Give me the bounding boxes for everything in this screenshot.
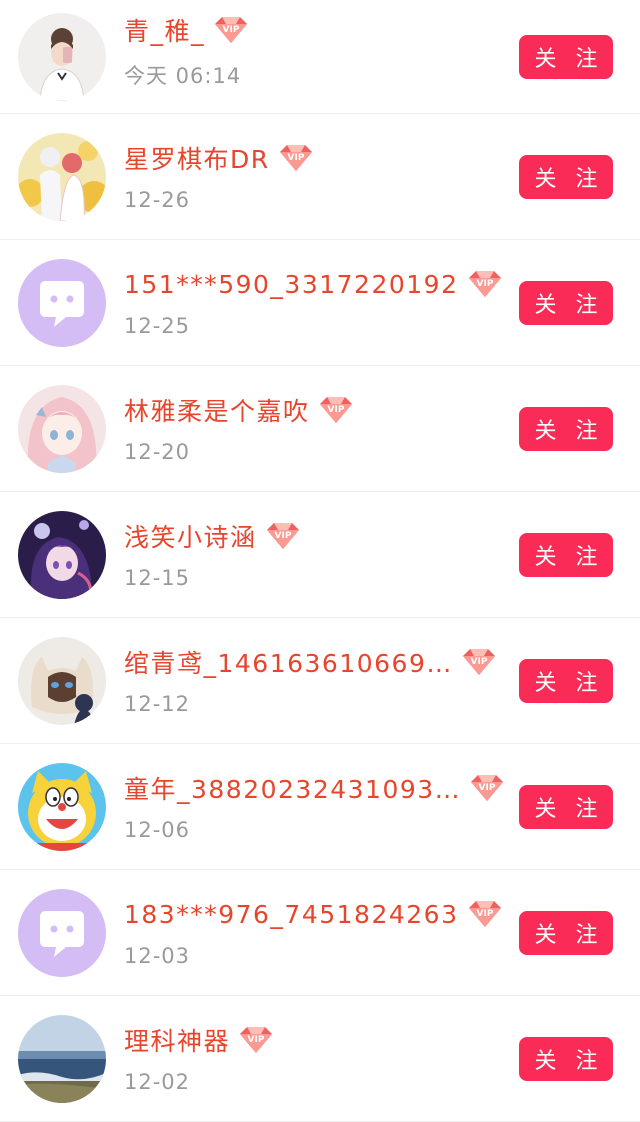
list-item[interactable]: 星罗棋布DR VIP 12-26 关 注 [0, 114, 640, 240]
list-item[interactable]: 183***976_7451824263 VIP 12-03 关 注 [0, 870, 640, 996]
list-item[interactable]: 绾青鸢_146163610669… VIP 12-12 关 注 [0, 618, 640, 744]
vip-diamond-icon: VIP [211, 14, 251, 46]
vip-label: VIP [248, 1035, 265, 1045]
follower-list: 青_稚_ VIP 今天 06:14 关 注 星罗棋布DR VIP 12-26 关… [0, 0, 640, 1122]
list-item[interactable]: 童年_38820232431093… VIP 12-06 关 注 [0, 744, 640, 870]
list-item[interactable]: 151***590_3317220192 VIP 12-25 关 注 [0, 240, 640, 366]
vip-diamond-icon: VIP [465, 268, 505, 300]
user-name[interactable]: 183***976_7451824263 [124, 900, 459, 929]
user-name[interactable]: 童年_38820232431093… [124, 770, 461, 806]
avatar[interactable] [18, 510, 106, 599]
avatar[interactable] [18, 888, 106, 977]
vip-diamond-icon: VIP [316, 394, 356, 426]
avatar[interactable] [18, 12, 106, 101]
timestamp: 12-20 [124, 440, 191, 464]
vip-label: VIP [274, 531, 291, 541]
timestamp: 12-15 [124, 566, 191, 590]
user-name[interactable]: 理科神器 [124, 1022, 230, 1058]
list-item[interactable]: 理科神器 VIP 12-02 关 注 [0, 996, 640, 1122]
vip-label: VIP [287, 153, 304, 163]
timestamp: 12-12 [124, 692, 191, 716]
follow-button[interactable]: 关 注 [519, 1036, 613, 1081]
vip-diamond-icon: VIP [467, 772, 507, 804]
user-name[interactable]: 林雅柔是个嘉吹 [124, 392, 310, 428]
follow-button[interactable]: 关 注 [519, 910, 613, 955]
vip-label: VIP [223, 25, 240, 35]
timestamp: 12-02 [124, 1070, 191, 1094]
timestamp: 12-06 [124, 818, 191, 842]
list-item[interactable]: 浅笑小诗涵 VIP 12-15 关 注 [0, 492, 640, 618]
timestamp: 12-03 [124, 944, 191, 968]
avatar[interactable] [18, 132, 106, 221]
vip-label: VIP [327, 405, 344, 415]
vip-diamond-icon: VIP [276, 142, 316, 174]
user-name[interactable]: 青_稚_ [124, 12, 205, 48]
vip-diamond-icon: VIP [465, 898, 505, 930]
timestamp: 12-25 [124, 314, 191, 338]
user-name[interactable]: 绾青鸢_146163610669… [124, 644, 453, 680]
avatar[interactable] [18, 1014, 106, 1103]
follow-button[interactable]: 关 注 [519, 658, 613, 703]
follow-button[interactable]: 关 注 [519, 34, 613, 79]
follow-button[interactable]: 关 注 [519, 154, 613, 199]
user-name[interactable]: 151***590_3317220192 [124, 270, 459, 299]
vip-diamond-icon: VIP [263, 520, 303, 552]
avatar[interactable] [18, 636, 106, 725]
timestamp: 今天 06:14 [124, 64, 242, 88]
follow-button[interactable]: 关 注 [519, 406, 613, 451]
vip-diamond-icon: VIP [459, 646, 499, 678]
user-name[interactable]: 浅笑小诗涵 [124, 518, 257, 554]
vip-diamond-icon: VIP [236, 1024, 276, 1056]
timestamp: 12-26 [124, 188, 191, 212]
follow-button[interactable]: 关 注 [519, 532, 613, 577]
follow-button[interactable]: 关 注 [519, 280, 613, 325]
vip-label: VIP [479, 783, 496, 793]
vip-label: VIP [476, 279, 493, 289]
avatar[interactable] [18, 258, 106, 347]
vip-label: VIP [470, 657, 487, 667]
avatar[interactable] [18, 762, 106, 851]
list-item[interactable]: 林雅柔是个嘉吹 VIP 12-20 关 注 [0, 366, 640, 492]
follow-button[interactable]: 关 注 [519, 784, 613, 829]
list-item[interactable]: 青_稚_ VIP 今天 06:14 关 注 [0, 0, 640, 114]
avatar[interactable] [18, 384, 106, 473]
user-name[interactable]: 星罗棋布DR [124, 140, 270, 176]
vip-label: VIP [476, 909, 493, 919]
